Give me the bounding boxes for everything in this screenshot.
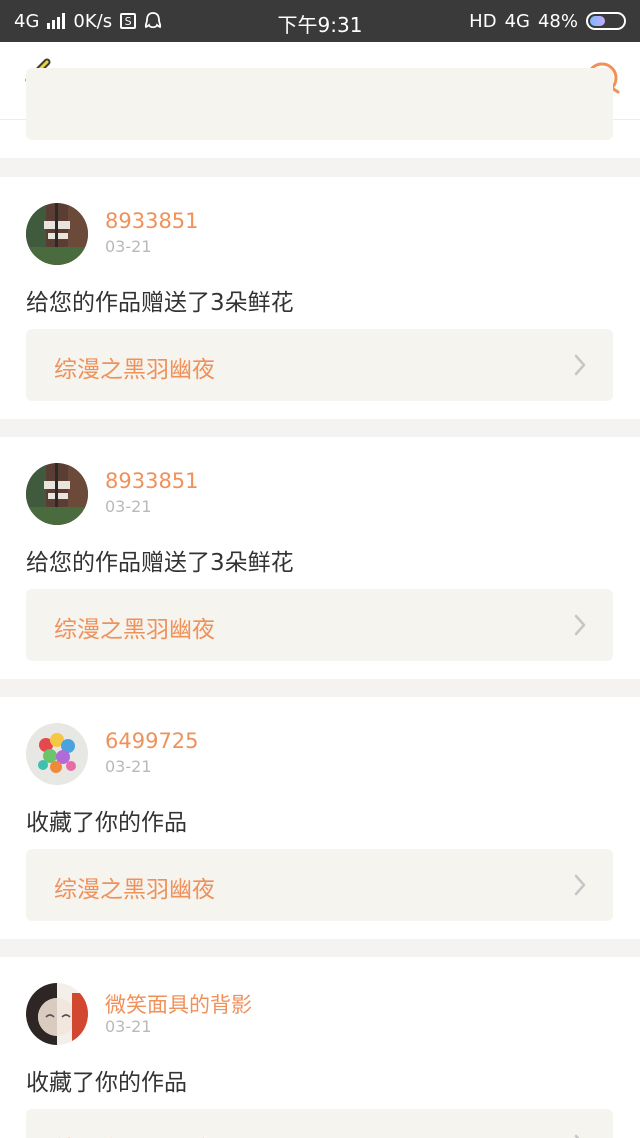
avatar[interactable] — [26, 203, 88, 265]
status-right: HD 4G 48% — [469, 0, 626, 42]
message-card: 6499725 03-21 收藏了你的作品 综漫之黑羽幽夜 — [0, 697, 640, 939]
work-link[interactable]: 综漫之黑羽幽夜 — [26, 849, 613, 921]
work-link-partial[interactable] — [26, 68, 613, 140]
avatar[interactable] — [26, 723, 88, 785]
avatar-image — [26, 203, 88, 265]
battery-percent: 48% — [537, 10, 578, 32]
message-card-partial — [0, 68, 640, 158]
message-date: 03-21 — [105, 237, 152, 256]
username[interactable]: 微笑面具的背影 — [105, 989, 252, 1019]
avatar[interactable] — [26, 983, 88, 1045]
avatar[interactable] — [26, 463, 88, 525]
work-link[interactable]: 综漫之黑羽幽夜 — [26, 589, 613, 661]
message-text: 收藏了你的作品 — [26, 810, 187, 836]
username[interactable]: 8933851 — [105, 209, 199, 233]
message-card: 微笑面具的背影 03-21 收藏了你的作品 综漫之黑羽幽夜 — [0, 957, 640, 1138]
message-date: 03-21 — [105, 497, 152, 516]
work-link[interactable]: 综漫之黑羽幽夜 — [26, 1109, 613, 1138]
chevron-right-icon — [574, 1134, 580, 1138]
username[interactable]: 8933851 — [105, 469, 199, 493]
work-title: 综漫之黑羽幽夜 — [54, 357, 215, 383]
work-title: 综漫之黑羽幽夜 — [54, 877, 215, 903]
work-title: 综漫之黑羽幽夜 — [54, 617, 215, 643]
battery-fill — [590, 16, 606, 26]
chevron-right-icon — [574, 874, 586, 896]
message-text: 收藏了你的作品 — [26, 1070, 187, 1096]
message-text: 给您的作品赠送了3朵鲜花 — [26, 550, 294, 576]
chevron-right-icon — [574, 354, 586, 376]
work-link[interactable]: 综漫之黑羽幽夜 — [26, 329, 613, 401]
avatar-image — [26, 463, 88, 525]
hd-indicator: HD — [469, 10, 497, 32]
message-card: 8933851 03-21 给您的作品赠送了3朵鲜花 综漫之黑羽幽夜 — [0, 437, 640, 679]
status-bar: 4G 0K/s S 下午9:31 HD 4G 48% — [0, 0, 640, 42]
message-date: 03-21 — [105, 1017, 152, 1036]
network-type-right: 4G — [504, 10, 530, 32]
chevron-right-icon — [574, 614, 586, 636]
avatar-image — [26, 983, 88, 1045]
message-date: 03-21 — [105, 757, 152, 776]
message-card: 8933851 03-21 给您的作品赠送了3朵鲜花 综漫之黑羽幽夜 — [0, 177, 640, 419]
work-title: 综漫之黑羽幽夜 — [54, 1130, 215, 1138]
username[interactable]: 6499725 — [105, 729, 199, 753]
message-text: 给您的作品赠送了3朵鲜花 — [26, 290, 294, 316]
avatar-image — [26, 723, 88, 785]
battery-icon — [586, 12, 626, 30]
